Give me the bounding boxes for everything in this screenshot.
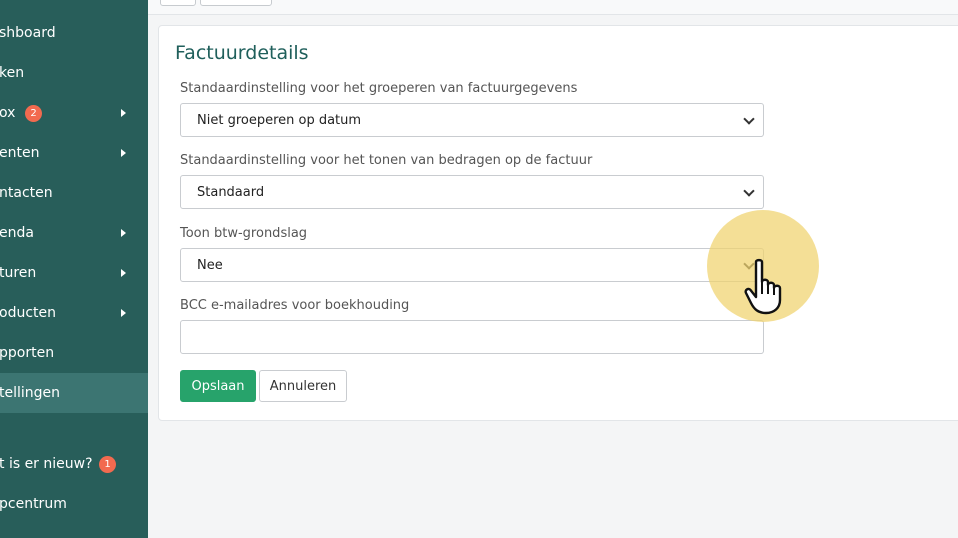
sidebar-item-label: enten xyxy=(0,145,40,161)
sidebar-item-label: t is er nieuw? xyxy=(0,456,93,472)
sidebar-item-helpcentrum[interactable]: pcentrum xyxy=(0,484,148,524)
select-value: Niet groeperen op datum xyxy=(197,112,362,128)
amounts-display-select[interactable]: Standaard xyxy=(180,175,764,209)
sidebar-item-label: pcentrum xyxy=(0,496,67,512)
sidebar-item-label: shboard xyxy=(0,25,56,41)
sidebar-item-agenda[interactable]: enda xyxy=(0,213,148,253)
sidebar-item-label: pporten xyxy=(0,345,55,361)
field-label: Standaardinstelling voor het tonen van b… xyxy=(180,153,593,168)
toolbar-button[interactable] xyxy=(160,0,196,6)
sidebar-item-instellingen[interactable]: tellingen xyxy=(0,373,148,413)
sidebar-item-facturen[interactable]: turen xyxy=(0,253,148,293)
field-label: BCC e-mailadres voor boekhouding xyxy=(180,298,410,313)
sidebar-item-label: oducten xyxy=(0,305,56,321)
bcc-email-input[interactable] xyxy=(180,320,764,354)
sidebar-item-label: enda xyxy=(0,225,34,241)
sidebar: shboard ken ox 2 enten ntacten enda ture… xyxy=(0,0,148,538)
chevron-down-icon xyxy=(743,113,755,125)
sidebar-item-label: tellingen xyxy=(0,385,61,401)
top-toolbar xyxy=(148,0,958,15)
sidebar-item-producten[interactable]: oducten xyxy=(0,293,148,333)
chevron-right-icon xyxy=(121,229,126,237)
sidebar-item-taken[interactable]: ken xyxy=(0,53,148,93)
chevron-right-icon xyxy=(121,269,126,277)
chevron-right-icon xyxy=(121,109,126,117)
vat-basis-select[interactable]: Nee xyxy=(180,248,764,282)
sidebar-item-label: turen xyxy=(0,265,37,281)
chevron-right-icon xyxy=(121,309,126,317)
sidebar-item-contacten[interactable]: ntacten xyxy=(0,173,148,213)
notification-badge: 1 xyxy=(99,455,116,473)
sidebar-item-label: ox xyxy=(0,105,16,121)
hand-cursor-icon xyxy=(744,258,782,315)
sidebar-item-inbox[interactable]: ox 2 xyxy=(0,93,148,133)
sidebar-item-label: ntacten xyxy=(0,185,53,201)
sidebar-item-wat-is-er-nieuw[interactable]: t is er nieuw? 1 xyxy=(0,444,148,484)
sidebar-item-klanten[interactable]: enten xyxy=(0,133,148,173)
save-button[interactable]: Opslaan xyxy=(180,370,256,402)
toolbar-button[interactable] xyxy=(200,0,272,6)
notification-badge: 2 xyxy=(25,104,42,122)
select-value: Standaard xyxy=(197,184,265,200)
sidebar-item-rapporten[interactable]: pporten xyxy=(0,333,148,373)
card-title: Factuurdetails xyxy=(175,42,309,64)
sidebar-item-label: ken xyxy=(0,65,25,81)
select-value: Nee xyxy=(197,257,223,273)
chevron-right-icon xyxy=(121,149,126,157)
field-label: Standaardinstelling voor het groeperen v… xyxy=(180,81,578,96)
grouping-select[interactable]: Niet groeperen op datum xyxy=(180,103,764,137)
field-label: Toon btw-grondslag xyxy=(180,226,308,241)
sidebar-item-dashboard[interactable]: shboard xyxy=(0,13,148,53)
invoice-details-card: Factuurdetails Standaardinstelling voor … xyxy=(158,25,958,421)
chevron-down-icon xyxy=(743,185,755,197)
cancel-button[interactable]: Annuleren xyxy=(259,370,347,402)
